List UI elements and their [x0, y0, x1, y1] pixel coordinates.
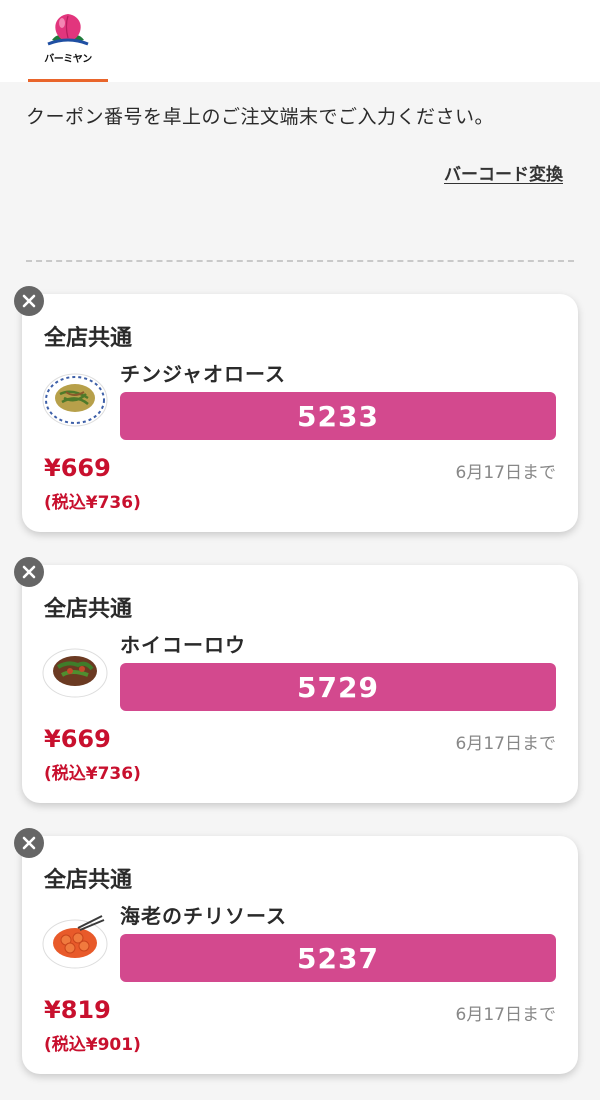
logo-text: バーミヤン	[44, 54, 92, 65]
close-icon	[22, 836, 36, 850]
coupon-code: 5729	[120, 663, 556, 711]
peach-logo-icon	[47, 14, 89, 46]
coupon-expiry: 6月17日まで	[455, 463, 556, 483]
coupon-card: 全店共通 チンジャオロース 5233 ¥669 (税込¥736) 6月17日まで	[14, 286, 578, 532]
coupon-price: ¥669	[44, 725, 111, 753]
intro-text: クーポン番号を卓上のご注文端末でご入力ください。	[26, 106, 495, 128]
coupon-price-tax: (税込¥901)	[44, 1035, 141, 1055]
coupon-item-name: チンジャオロース	[120, 362, 286, 386]
coupon-price: ¥819	[44, 996, 111, 1024]
coupon-code: 5233	[120, 392, 556, 440]
close-icon	[22, 294, 36, 308]
close-coupon-button[interactable]	[14, 286, 44, 316]
coupon-item-name: ホイコーロウ	[120, 633, 246, 657]
coupon-scope: 全店共通	[44, 326, 133, 351]
coupon-scope: 全店共通	[44, 868, 133, 893]
dish-image	[42, 915, 108, 969]
close-coupon-button[interactable]	[14, 557, 44, 587]
coupon-card: 全店共通 ホイコーロウ 5729 ¥669 (税込¥736) 6月17日まで	[14, 557, 578, 803]
divider	[26, 260, 574, 262]
coupon-expiry: 6月17日まで	[455, 1005, 556, 1025]
app-header: バーミヤン	[0, 0, 600, 82]
coupon-scope: 全店共通	[44, 597, 133, 622]
coupon-item-name: 海老のチリソース	[120, 904, 287, 928]
coupon-price-tax: (税込¥736)	[44, 764, 141, 784]
logo-tab[interactable]: バーミヤン	[28, 0, 108, 82]
coupon-code: 5237	[120, 934, 556, 982]
coupon-price: ¥669	[44, 454, 111, 482]
dish-image	[42, 373, 108, 427]
coupon-card: 全店共通 海老のチリソース 5237 ¥819 (税込¥901) 6月17日まで	[14, 828, 578, 1074]
coupon-price-tax: (税込¥736)	[44, 493, 141, 513]
dish-image	[42, 648, 108, 698]
close-coupon-button[interactable]	[14, 828, 44, 858]
barcode-convert-link[interactable]: バーコード変換	[444, 160, 563, 185]
close-icon	[22, 565, 36, 579]
coupon-expiry: 6月17日まで	[455, 734, 556, 754]
